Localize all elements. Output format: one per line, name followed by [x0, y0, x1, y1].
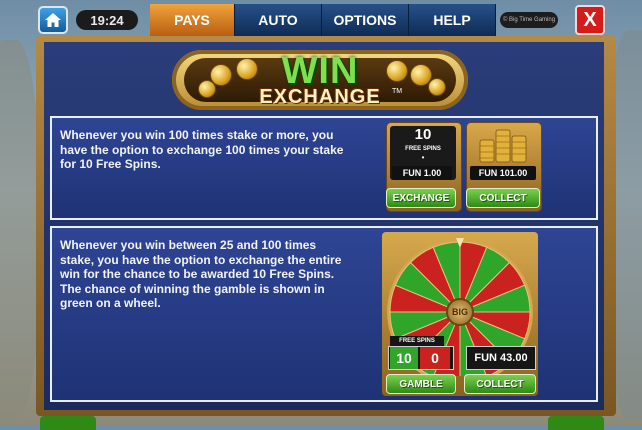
background-rock	[0, 40, 40, 420]
home-icon	[45, 13, 61, 27]
gamble-button[interactable]: GAMBLE	[386, 374, 456, 394]
title-exchange: EXCHANGE	[259, 86, 381, 108]
separator-dot: •	[421, 153, 425, 162]
brand-logo: © Big Time Gaming	[500, 12, 558, 28]
wheel-center-logo: BIG	[446, 298, 474, 326]
exchange-button[interactable]: EXCHANGE	[386, 188, 456, 208]
top-bar: 19:24 PAYS AUTO OPTIONS HELP © Big Time …	[0, 0, 642, 40]
free-spins-label: FREE SPINS	[405, 146, 441, 152]
collect-button[interactable]: COLLECT	[466, 188, 540, 208]
tab-auto[interactable]: AUTO	[235, 4, 322, 36]
nav-next-button[interactable]	[548, 416, 604, 430]
collect-fun-value: FUN 101.00	[470, 166, 536, 180]
tab-options[interactable]: OPTIONS	[322, 4, 409, 36]
coin-icon	[428, 78, 446, 96]
clock: 19:24	[76, 10, 138, 30]
free-spins-count: 10	[414, 126, 432, 143]
exchange-fun-value: FUN 1.00	[392, 166, 452, 180]
spins-lose-cell: 0	[420, 347, 450, 369]
gamble-fun-value: FUN 43.00	[466, 346, 536, 370]
panel2-description: Whenever you win between 25 and 100 time…	[60, 238, 342, 310]
close-button[interactable]: X	[575, 5, 605, 35]
nav-prev-button[interactable]	[40, 416, 96, 430]
main-tabs: PAYS AUTO OPTIONS HELP	[150, 4, 496, 36]
title-win: WIN	[281, 50, 359, 92]
coin-stack-icon	[474, 126, 534, 164]
home-button[interactable]	[38, 6, 68, 34]
free-spins-label-2: FREE SPINS	[390, 336, 444, 346]
trademark: TM	[392, 88, 403, 95]
panel1-description: Whenever you win 100 times stake or more…	[60, 128, 344, 171]
collect-button-2[interactable]: COLLECT	[464, 374, 536, 394]
spins-win-cell: 10	[390, 347, 418, 369]
coin-icon	[198, 80, 216, 98]
tab-pays[interactable]: PAYS	[150, 4, 235, 36]
tab-help[interactable]: HELP	[409, 4, 496, 36]
